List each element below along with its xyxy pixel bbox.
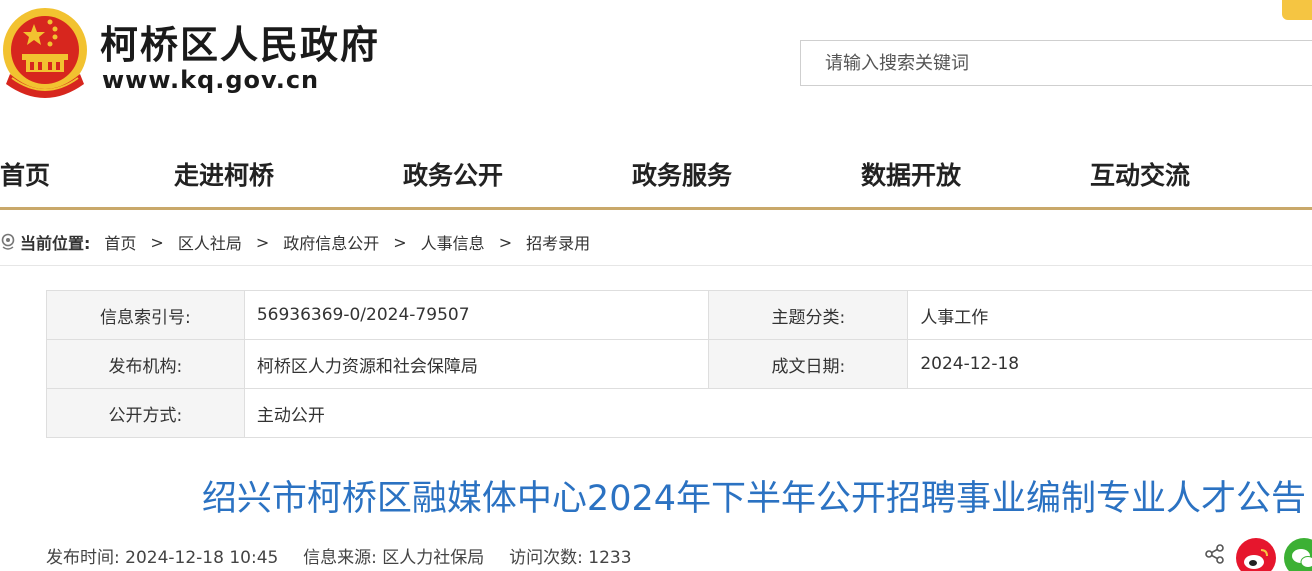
date-value: 2024-12-18 bbox=[907, 339, 1312, 389]
article-meta: 发布时间: 2024-12-18 10:45 信息来源: 区人力社保局 访问次数… bbox=[46, 543, 632, 568]
breadcrumb-separator: > bbox=[498, 232, 513, 252]
info-table: 信息索引号: 56936369-0/2024-79507 主题分类: 人事工作 … bbox=[46, 290, 1312, 438]
nav-item-gov-services[interactable]: 政务服务 bbox=[632, 156, 732, 192]
breadcrumb-gov-info-open[interactable]: 政府信息公开 bbox=[283, 230, 379, 254]
weibo-icon[interactable] bbox=[1236, 538, 1276, 571]
org-value: 柯桥区人力资源和社会保障局 bbox=[243, 339, 710, 389]
breadcrumb-hrss-bureau[interactable]: 区人社局 bbox=[178, 230, 242, 254]
nav-item-gov-affairs-open[interactable]: 政务公开 bbox=[403, 156, 503, 192]
breadcrumb: 当前位置: 首页 > 区人社局 > 政府信息公开 > 人事信息 > 招考录用 bbox=[0, 230, 590, 254]
breadcrumb-divider bbox=[0, 265, 1312, 266]
nav-item-home[interactable]: 首页 bbox=[0, 156, 50, 192]
location-pin-icon bbox=[1, 233, 15, 250]
site-header: 柯桥区人民政府 www.kq.gov.cn bbox=[0, 0, 1312, 120]
org-label: 发布机构: bbox=[46, 339, 245, 389]
breadcrumb-home[interactable]: 首页 bbox=[104, 230, 136, 254]
index-label: 信息索引号: bbox=[46, 290, 245, 340]
nav-item-interaction[interactable]: 互动交流 bbox=[1090, 156, 1190, 192]
table-row: 公开方式: 主动公开 bbox=[46, 388, 1312, 438]
publish-time-label: 发布时间: bbox=[46, 548, 120, 568]
nav-item-about-keqiao[interactable]: 走进柯桥 bbox=[174, 156, 274, 192]
nav-item-open-data[interactable]: 数据开放 bbox=[861, 156, 961, 192]
visits-count: 1233 bbox=[588, 548, 632, 568]
visits-label: 访问次数: bbox=[509, 548, 583, 568]
wechat-icon[interactable] bbox=[1284, 538, 1312, 571]
main-nav: 首页 走进柯桥 政务公开 政务服务 数据开放 互动交流 bbox=[0, 148, 1312, 210]
corner-accent-button[interactable] bbox=[1282, 0, 1312, 20]
breadcrumb-separator: > bbox=[255, 232, 270, 252]
site-url: www.kq.gov.cn bbox=[102, 66, 320, 94]
breadcrumb-recruitment[interactable]: 招考录用 bbox=[526, 230, 590, 254]
article-title: 绍兴市柯桥区融媒体中心2024年下半年公开招聘事业编制专业人才公告 bbox=[201, 479, 1306, 519]
index-value: 56936369-0/2024-79507 bbox=[243, 290, 710, 340]
breadcrumb-separator: > bbox=[150, 232, 164, 252]
search-input[interactable] bbox=[801, 41, 1312, 85]
mode-label: 公开方式: bbox=[46, 388, 245, 438]
weibo-glyph-icon bbox=[1244, 549, 1268, 569]
wechat-glyph-icon bbox=[1292, 549, 1312, 568]
share-icon[interactable] bbox=[1204, 543, 1226, 565]
date-label: 成文日期: bbox=[708, 339, 909, 389]
topic-label: 主题分类: bbox=[708, 290, 909, 340]
table-row: 信息索引号: 56936369-0/2024-79507 主题分类: 人事工作 bbox=[46, 290, 1312, 340]
breadcrumb-label: 当前位置: bbox=[20, 234, 91, 253]
topic-value: 人事工作 bbox=[907, 290, 1312, 340]
mode-value: 主动公开 bbox=[243, 388, 1312, 438]
source: 区人力社保局 bbox=[382, 548, 485, 568]
breadcrumb-personnel-info[interactable]: 人事信息 bbox=[421, 230, 485, 254]
national-emblem-icon bbox=[3, 8, 87, 98]
site-name: 柯桥区人民政府 bbox=[100, 23, 381, 67]
table-row: 发布机构: 柯桥区人力资源和社会保障局 成文日期: 2024-12-18 bbox=[46, 339, 1312, 389]
breadcrumb-separator: > bbox=[393, 232, 407, 252]
publish-time: 2024-12-18 10:45 bbox=[125, 548, 279, 568]
source-label: 信息来源: bbox=[303, 548, 377, 568]
search-box bbox=[800, 40, 1312, 86]
